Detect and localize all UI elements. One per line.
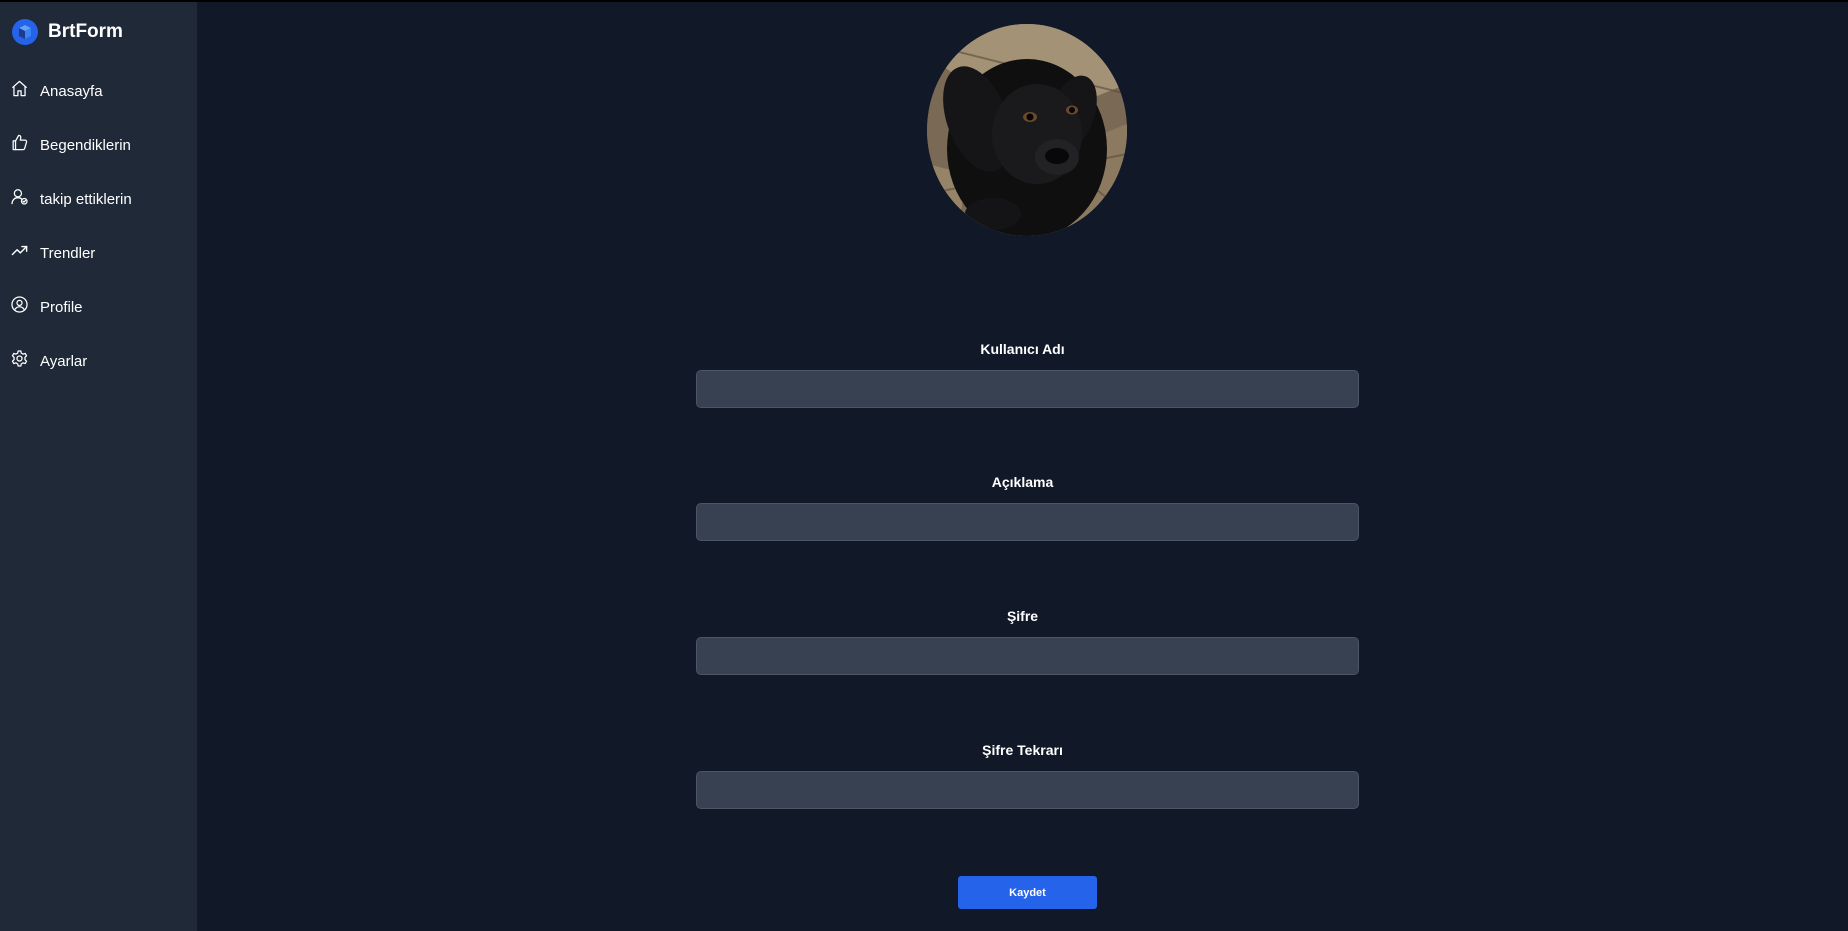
username-label: Kullanıcı Adı (980, 341, 1065, 357)
sidebar: BrtForm Anasayfa Begendiklerin takip ett… (0, 2, 197, 931)
sidebar-item-label: Trendler (40, 244, 96, 262)
sidebar-item-begendiklerin[interactable]: Begendiklerin (0, 118, 197, 172)
brand[interactable]: BrtForm (12, 18, 123, 46)
sidebar-item-label: Anasayfa (40, 82, 103, 100)
home-icon (10, 79, 29, 103)
user-circle-icon (10, 295, 29, 319)
sidebar-item-label: Ayarlar (40, 352, 88, 370)
sidebar-item-label: Profile (40, 298, 83, 316)
save-button[interactable]: Kaydet (958, 876, 1097, 909)
trending-icon (10, 241, 29, 265)
sidebar-item-anasayfa[interactable]: Anasayfa (0, 64, 197, 118)
sidebar-nav: Anasayfa Begendiklerin takip ettiklerin (0, 64, 197, 388)
brand-name: BrtForm (48, 21, 123, 42)
gear-icon (10, 349, 29, 373)
profile-edit-page: Kullanıcı Adı Açıklama Şifre Şifre Tekra… (197, 2, 1848, 931)
user-follow-icon (10, 187, 29, 211)
password-confirm-field[interactable] (696, 771, 1359, 809)
profile-avatar[interactable] (927, 24, 1127, 236)
description-label: Açıklama (991, 474, 1054, 490)
sidebar-item-takip-ettiklerin[interactable]: takip ettiklerin (0, 172, 197, 226)
sidebar-item-trendler[interactable]: Trendler (0, 226, 197, 280)
sidebar-item-label: takip ettiklerin (40, 190, 132, 208)
sidebar-item-label: Begendiklerin (40, 136, 131, 154)
description-field[interactable] (696, 503, 1359, 541)
sidebar-item-profile[interactable]: Profile (0, 280, 197, 334)
password-label: Şifre (1006, 608, 1039, 624)
sidebar-item-ayarlar[interactable]: Ayarlar (0, 334, 197, 388)
dog-photo (927, 24, 1127, 236)
thumbs-up-icon (10, 133, 29, 157)
password-field[interactable] (696, 637, 1359, 675)
brand-logo-icon (12, 19, 38, 45)
password-confirm-label: Şifre Tekrarı (982, 742, 1063, 758)
username-field[interactable] (696, 370, 1359, 408)
